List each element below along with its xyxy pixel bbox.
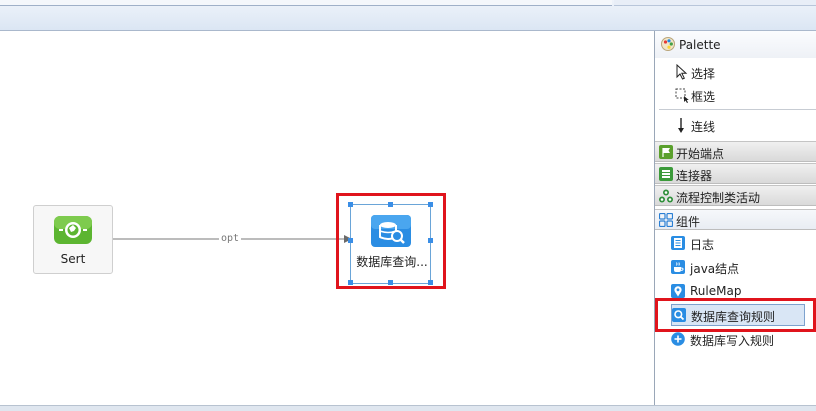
- entry-log[interactable]: 日志: [671, 233, 805, 255]
- resize-handle-n[interactable]: [388, 202, 393, 207]
- db-query-node[interactable]: 数据库查询...: [350, 204, 431, 284]
- tool-select-label: 选择: [691, 67, 716, 81]
- components-icon: [659, 213, 673, 227]
- palette-separator: [659, 109, 816, 110]
- entry-db-write[interactable]: 数据库写入规则: [671, 329, 805, 351]
- resize-handle-se[interactable]: [428, 280, 433, 285]
- tool-marquee[interactable]: 框选: [675, 84, 815, 106]
- drawer-connector-label: 连接器: [676, 169, 713, 183]
- palette-panel: Palette 选择 框选 连线 开始端点 连接器 流程控制类活动 组件 日志 …: [654, 31, 816, 405]
- start-node-label: Sert: [60, 252, 86, 266]
- entry-log-label: 日志: [690, 238, 715, 252]
- start-endpoint-icon: [54, 216, 92, 244]
- bottom-scrollbar[interactable]: [0, 405, 816, 411]
- resize-handle-sw[interactable]: [348, 280, 353, 285]
- entry-java-label: java结点: [690, 262, 740, 276]
- db-node-label: 数据库查询...: [356, 255, 428, 269]
- map-pin-icon: [671, 284, 685, 298]
- drawer-components-label: 组件: [676, 215, 701, 229]
- flag-icon: [659, 145, 673, 159]
- editor-tab[interactable]: [0, 0, 612, 6]
- drawer-connector[interactable]: 连接器: [655, 163, 816, 184]
- entry-rulemap-label: RuleMap: [690, 284, 742, 298]
- editor-tab-strip: [0, 0, 816, 31]
- connector-icon: [659, 167, 673, 181]
- resize-handle-e[interactable]: [428, 238, 433, 243]
- db-query-icon: [371, 215, 411, 247]
- diagram-canvas[interactable]: opt Sert 数据库查询...: [0, 31, 654, 405]
- palette-highlight-box: [655, 298, 816, 332]
- edge-label: opt: [219, 233, 242, 244]
- db-write-icon: [671, 332, 685, 346]
- tool-select[interactable]: 选择: [675, 61, 815, 83]
- drawer-flow-control[interactable]: 流程控制类活动: [655, 185, 816, 206]
- tool-marquee-label: 框选: [691, 90, 716, 104]
- tool-connection-label: 连线: [691, 120, 716, 134]
- marquee-icon: [675, 88, 689, 103]
- resize-handle-s[interactable]: [388, 280, 393, 285]
- drawer-components[interactable]: 组件: [655, 209, 816, 230]
- palette-title: Palette: [679, 38, 721, 52]
- connection-arrow-icon: [678, 118, 684, 133]
- resize-handle-ne[interactable]: [428, 202, 433, 207]
- start-node[interactable]: Sert: [33, 205, 113, 274]
- java-icon: [671, 260, 685, 274]
- drawer-start-endpoint[interactable]: 开始端点: [655, 141, 816, 162]
- pointer-icon: [676, 64, 688, 80]
- drawer-start-endpoint-label: 开始端点: [676, 147, 725, 161]
- entry-db-write-label: 数据库写入规则: [690, 334, 775, 348]
- resize-handle-nw[interactable]: [348, 202, 353, 207]
- flow-control-icon: [659, 189, 673, 203]
- log-icon: [671, 236, 685, 250]
- resize-handle-w[interactable]: [348, 238, 353, 243]
- drawer-flow-control-label: 流程控制类活动: [676, 191, 761, 205]
- palette-icon: [661, 37, 675, 51]
- tool-connection[interactable]: 连线: [675, 114, 815, 136]
- tab-strip-right: [614, 0, 816, 6]
- entry-java[interactable]: java结点: [671, 257, 805, 279]
- palette-header[interactable]: Palette: [655, 31, 816, 58]
